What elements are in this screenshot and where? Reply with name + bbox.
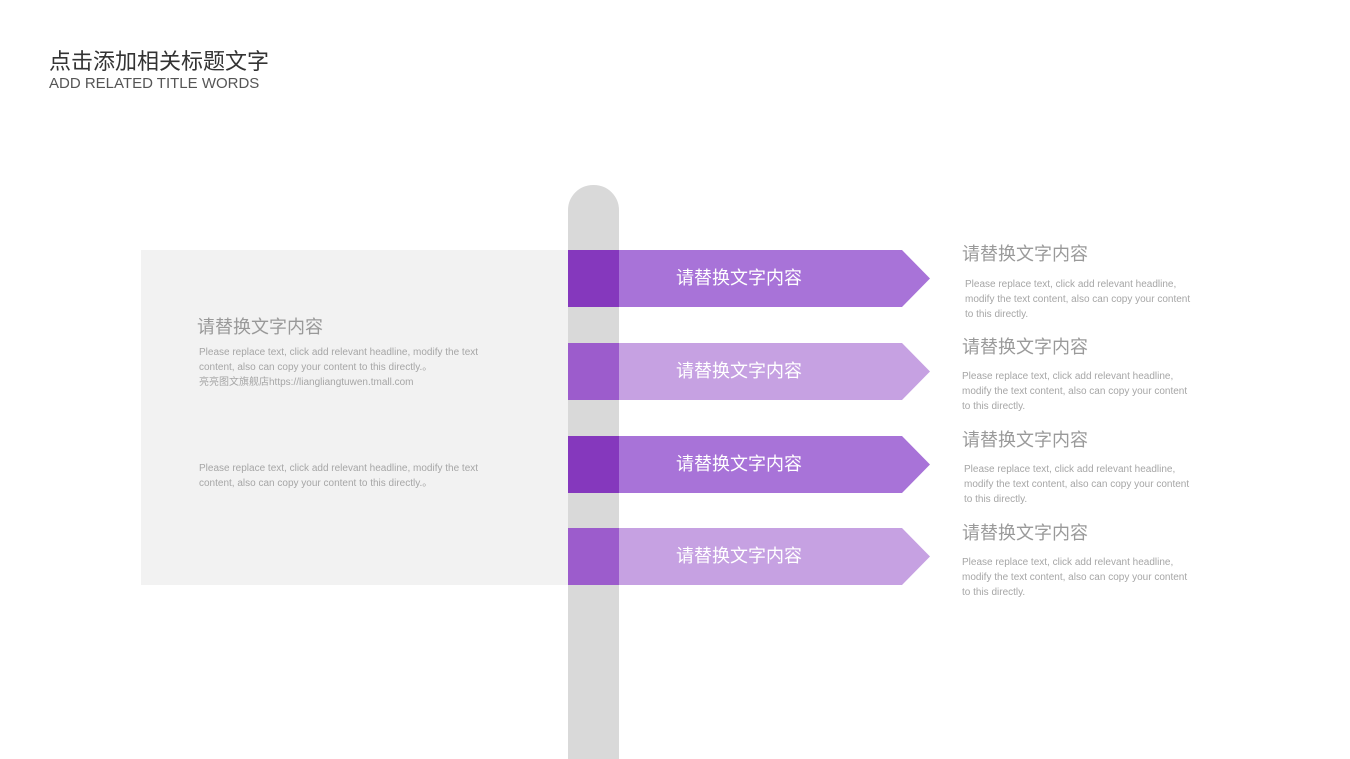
sign-4-cap [568,528,619,585]
detail-4-line-2: modify the text content, also can copy y… [962,572,1188,583]
sign-1-label: 请替换文字内容 [676,268,802,289]
detail-1-line-2: modify the text content, also can copy y… [965,294,1191,305]
left-panel-text-2-line-2: content, also can copy your content to t… [199,478,433,489]
sign-4-label: 请替换文字内容 [676,546,802,567]
sign-4: 请替换文字内容 [568,528,930,585]
left-panel-text-1: Please replace text, click add relevant … [199,345,515,390]
detail-2-text: Please replace text, click add relevant … [962,369,1212,414]
page-subtitle: ADD RELATED TITLE WORDS [49,75,260,92]
detail-1-line-1: Please replace text, click add relevant … [965,279,1177,290]
left-panel-text-2: Please replace text, click add relevant … [199,461,515,491]
detail-3-heading: 请替换文字内容 [962,430,1088,451]
detail-2-heading: 请替换文字内容 [962,337,1088,358]
sign-1-cap [568,250,619,307]
detail-1-line-3: to this directly. [965,309,1029,320]
left-panel [141,250,593,585]
left-panel-text-1-line-2: content, also can copy your content to t… [199,362,433,373]
detail-2-line-1: Please replace text, click add relevant … [962,371,1174,382]
detail-3-line-1: Please replace text, click add relevant … [964,464,1176,475]
detail-4-heading: 请替换文字内容 [962,523,1088,544]
sign-2-cap [568,343,619,400]
detail-2-line-3: to this directly. [962,401,1026,412]
sign-1: 请替换文字内容 [568,250,930,307]
detail-2-line-2: modify the text content, also can copy y… [962,386,1188,397]
sign-2: 请替换文字内容 [568,343,930,400]
sign-3-cap [568,436,619,493]
page-title: 点击添加相关标题文字 [49,50,270,75]
left-panel-text-2-line-1: Please replace text, click add relevant … [199,463,479,474]
detail-3-text: Please replace text, click add relevant … [964,462,1214,507]
detail-1-heading: 请替换文字内容 [962,244,1088,265]
detail-4-line-1: Please replace text, click add relevant … [962,557,1174,568]
detail-3-line-3: to this directly. [964,494,1028,505]
detail-4-line-3: to this directly. [962,587,1026,598]
left-panel-text-1-line-3: 亮亮图文旗舰店https://liangliangtuwen.tmall.com [199,377,414,388]
sign-2-label: 请替换文字内容 [676,361,802,382]
detail-4-text: Please replace text, click add relevant … [962,555,1212,600]
detail-3-line-2: modify the text content, also can copy y… [964,479,1190,490]
detail-1-text: Please replace text, click add relevant … [965,277,1215,322]
sign-3: 请替换文字内容 [568,436,930,493]
sign-3-label: 请替换文字内容 [676,454,802,475]
left-panel-heading: 请替换文字内容 [197,317,323,338]
left-panel-text-1-line-1: Please replace text, click add relevant … [199,347,479,358]
